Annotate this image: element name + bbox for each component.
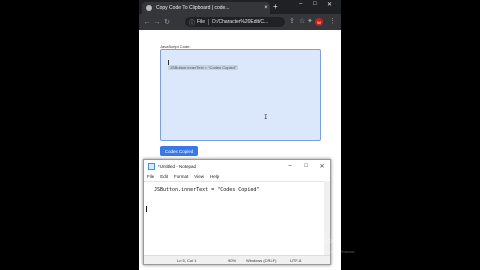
notepad-maximize-icon[interactable]: □	[298, 163, 314, 169]
notepad-code-line: JSButton.innerText = "Codes Copied"	[154, 187, 260, 193]
reload-icon[interactable]: ↻	[162, 18, 172, 26]
status-zoom: 90%	[228, 258, 237, 263]
browser-tab[interactable]: Copy Code To Clipboard | code... ×	[142, 2, 270, 14]
favicon-icon	[146, 5, 152, 11]
site-info-icon[interactable]: ⓘ	[189, 18, 195, 27]
activation-watermark-sub: Go to Settings to activate Windows.	[292, 249, 356, 254]
status-line-ending: Windows (CRLF)	[246, 258, 277, 263]
menu-help[interactable]: Help	[210, 174, 219, 179]
ibeam-cursor-icon: I	[264, 114, 268, 121]
menu-view[interactable]: View	[194, 174, 204, 179]
notepad-title: *Untitled - Notepad	[158, 163, 197, 169]
notepad-close-icon[interactable]: ✕	[314, 163, 330, 170]
maximize-icon[interactable]: □	[313, 1, 317, 7]
omnibox-divider	[208, 19, 210, 25]
browser-toolbar: ← → ↻ ⓘ File D:/Character%20Edit/C... ⇪ …	[139, 14, 341, 30]
extensions-icon[interactable]: ✦	[307, 17, 313, 25]
status-position: Ln 5, Col 1	[177, 258, 197, 263]
profile-avatar[interactable]: W	[315, 18, 323, 26]
close-window-icon[interactable]: ✕	[327, 1, 332, 8]
code-textarea[interactable]: JSButton.innerText = "Codes Copied" I	[160, 49, 321, 141]
notepad-statusbar: Ln 5, Col 1 90% Windows (CRLF) UTF-8	[144, 255, 330, 264]
tab-close-icon[interactable]: ×	[262, 5, 270, 11]
textarea-code-line: JSButton.innerText = "Codes Copied"	[168, 65, 239, 70]
notepad-caret	[146, 206, 147, 212]
address-bar[interactable]: ⓘ File D:/Character%20Edit/C...	[185, 17, 285, 27]
forward-icon[interactable]: →	[152, 19, 162, 26]
bookmark-star-icon[interactable]: ☆	[299, 17, 305, 25]
notepad-titlebar: *Untitled - Notepad – □ ✕	[144, 160, 330, 172]
tab-title: Copy Code To Clipboard | code...	[156, 5, 230, 11]
menu-edit[interactable]: Edit	[160, 174, 168, 179]
notepad-icon	[148, 162, 155, 170]
status-encoding: UTF-8	[290, 258, 302, 263]
notepad-minimize-icon[interactable]: –	[282, 163, 298, 169]
minimize-icon[interactable]: –	[299, 1, 302, 7]
menu-format[interactable]: Format	[174, 174, 188, 179]
url-text[interactable]: D:/Character%20Edit/C...	[212, 19, 268, 25]
back-icon[interactable]: ←	[142, 19, 152, 26]
new-tab-button[interactable]: +	[273, 2, 278, 11]
menu-file[interactable]: File	[147, 174, 154, 179]
notepad-menubar: File Edit Format View Help	[144, 172, 330, 181]
copy-button[interactable]: Codes Copied	[160, 146, 198, 156]
tab-strip: Copy Code To Clipboard | code... × + – □…	[139, 0, 341, 14]
activation-watermark: Activate Windows	[292, 239, 340, 245]
share-icon[interactable]: ⇪	[289, 17, 295, 25]
scheme-label: File	[197, 19, 206, 25]
menu-kebab-icon[interactable]: ⋮	[329, 17, 336, 25]
